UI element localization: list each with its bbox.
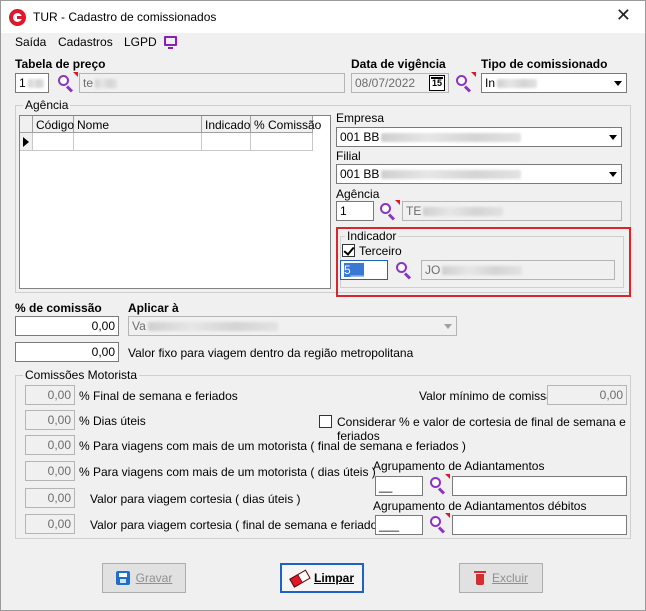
motorista-dias-uteis-label: % Dias úteis bbox=[79, 414, 146, 428]
indicador-desc-field: JO bbox=[421, 260, 615, 280]
agrupamento-debitos-search-icon[interactable] bbox=[429, 513, 450, 534]
limpar-label: Limpar bbox=[313, 571, 354, 585]
terceiro-label: Terceiro bbox=[359, 244, 402, 258]
considerar-checkbox[interactable] bbox=[319, 415, 332, 428]
motorista-cortesia-uteis-input[interactable]: 0,00 bbox=[25, 488, 75, 508]
motorista-multi-uteis-input[interactable]: 0,00 bbox=[25, 461, 75, 481]
indicador-group-title: Indicador bbox=[345, 229, 399, 243]
agencia-group-title: Agência bbox=[23, 98, 71, 112]
gravar-label: Gravar bbox=[135, 571, 173, 585]
comissao-label: % de comissão bbox=[15, 301, 102, 315]
motorista-cortesia-fds-label: Valor para viagem cortesia ( final de se… bbox=[90, 518, 391, 532]
menu-lgpd[interactable]: LGPD bbox=[124, 35, 157, 49]
row-pointer-icon bbox=[23, 137, 29, 147]
motorista-cortesia-uteis-label: Valor para viagem cortesia ( dias úteis … bbox=[90, 492, 301, 506]
agrupamento-debitos-code-input[interactable]: ___ bbox=[375, 515, 423, 535]
motorista-multi-fds-input[interactable]: 0,00 bbox=[25, 435, 75, 455]
agrupamento-debitos-label: Agrupamento de Adiantamentos débitos bbox=[373, 499, 587, 513]
tabela-preco-desc-field: te bbox=[79, 73, 345, 93]
menu-cadastros[interactable]: Cadastros bbox=[58, 35, 113, 49]
valor-fixo-label: Valor fixo para viagem dentro da região … bbox=[128, 346, 414, 360]
tabela-preco-search-icon[interactable] bbox=[57, 72, 78, 93]
excluir-button[interactable]: Excluir bbox=[459, 563, 543, 593]
app-logo-icon bbox=[9, 9, 26, 26]
valor-minimo-label: Valor mínimo de comissão bbox=[419, 389, 560, 403]
grid-col-codigo[interactable]: Código bbox=[33, 116, 74, 133]
agrupamento-debitos-desc-field bbox=[452, 515, 627, 535]
grid-col-comissao[interactable]: % Comissão bbox=[251, 116, 321, 133]
eraser-icon bbox=[288, 568, 310, 587]
motorista-cortesia-fds-input[interactable]: 0,00 bbox=[25, 514, 75, 534]
grid-cell-nome[interactable] bbox=[74, 133, 202, 151]
trash-icon bbox=[473, 570, 486, 586]
agencia-desc-field: TE bbox=[402, 201, 622, 221]
grid-row-pointer bbox=[20, 133, 33, 151]
agencia-search-icon[interactable] bbox=[379, 200, 400, 221]
monitor-icon[interactable] bbox=[164, 36, 177, 49]
agrupamento-search-icon[interactable] bbox=[429, 474, 450, 495]
agencia-code-input[interactable]: 1 bbox=[336, 201, 374, 221]
motorista-dias-uteis-input[interactable]: 0,00 bbox=[25, 410, 75, 430]
valor-minimo-input[interactable]: 0,00 bbox=[547, 385, 627, 405]
window-title: TUR - Cadastro de comissionados bbox=[33, 10, 217, 24]
aplicar-select[interactable]: Va bbox=[128, 316, 457, 336]
main-window: TUR - Cadastro de comissionados ✕ Saída … bbox=[0, 0, 646, 611]
indicador-code-input[interactable]: 5__ bbox=[340, 260, 388, 280]
agrupamento-label: Agrupamento de Adiantamentos bbox=[373, 459, 545, 473]
grid-col-indicado[interactable]: Indicado bbox=[202, 116, 251, 133]
terceiro-checkbox[interactable] bbox=[342, 244, 355, 257]
grid-col-nome[interactable]: Nome bbox=[74, 116, 202, 133]
agencia-grid[interactable]: Código Nome Indicado % Comissão bbox=[19, 115, 331, 289]
grid-cell-indicado[interactable] bbox=[202, 133, 251, 151]
menu-bar: Saída Cadastros LGPD bbox=[1, 33, 645, 51]
valor-fixo-input[interactable]: 0,00 bbox=[15, 342, 119, 362]
data-vigencia-search-icon[interactable] bbox=[455, 72, 476, 93]
calendar-icon[interactable]: 15 bbox=[429, 75, 445, 91]
title-bar: TUR - Cadastro de comissionados ✕ bbox=[1, 1, 645, 33]
grid-indicator-head bbox=[20, 116, 33, 133]
grid-cell-codigo[interactable] bbox=[33, 133, 74, 151]
aplicar-label: Aplicar à bbox=[128, 301, 179, 315]
motorista-final-semana-label: % Final de semana e feriados bbox=[79, 389, 238, 403]
motorista-group-title: Comissões Motorista bbox=[23, 368, 140, 382]
tipo-comissionado-label: Tipo de comissionado bbox=[481, 57, 608, 71]
close-button[interactable]: ✕ bbox=[616, 6, 631, 24]
gravar-button[interactable]: Gravar bbox=[102, 563, 186, 593]
agrupamento-desc-field bbox=[452, 476, 627, 496]
menu-saida[interactable]: Saída bbox=[15, 35, 46, 49]
motorista-final-semana-input[interactable]: 0,00 bbox=[25, 385, 75, 405]
indicador-search-icon[interactable] bbox=[395, 261, 413, 280]
tabela-preco-label: Tabela de preço bbox=[15, 57, 106, 71]
limpar-button[interactable]: Limpar bbox=[280, 563, 364, 593]
filial-select[interactable]: 001 BB bbox=[336, 164, 622, 184]
tabela-preco-code-input[interactable]: 1 bbox=[15, 73, 49, 93]
comissao-input[interactable]: 0,00 bbox=[15, 316, 119, 336]
grid-cell-comissao[interactable] bbox=[251, 133, 313, 151]
data-vigencia-label: Data de vigência bbox=[351, 57, 446, 71]
excluir-label: Excluir bbox=[491, 571, 528, 585]
filial-label: Filial bbox=[336, 149, 361, 163]
motorista-multi-uteis-label: % Para viagens com mais de um motorista … bbox=[79, 465, 376, 479]
agencia-label: Agência bbox=[336, 187, 380, 201]
considerar-label: Considerar % e valor de cortesia de fina… bbox=[337, 415, 626, 443]
tipo-comissionado-select[interactable]: In bbox=[481, 73, 627, 93]
agrupamento-code-input[interactable]: __ bbox=[375, 476, 423, 496]
floppy-icon bbox=[115, 571, 130, 585]
empresa-select[interactable]: 001 BB bbox=[336, 127, 622, 147]
empresa-label: Empresa bbox=[336, 111, 385, 125]
